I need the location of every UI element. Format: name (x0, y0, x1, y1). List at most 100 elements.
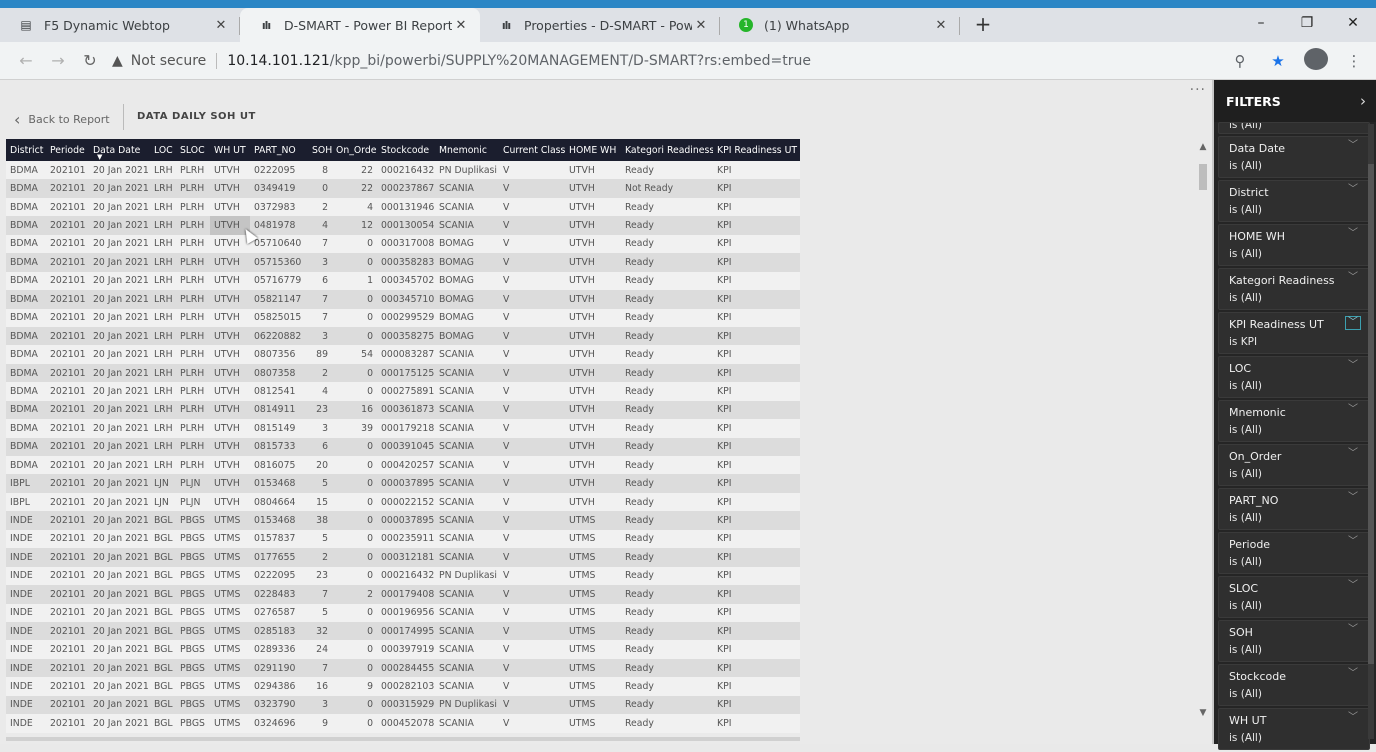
cell-sloc[interactable]: PBGS (176, 622, 210, 640)
cell-data-date[interactable]: 20 Jan 2021 (89, 327, 150, 345)
cell-mnemonic[interactable]: SCANIA (435, 585, 499, 603)
cell-wh-ut[interactable]: UTMS (210, 511, 250, 529)
table-row[interactable]: INDE 202101 20 Jan 2021 BGL PBGS UTMS 0289336 2… (6, 640, 800, 659)
cell-soh[interactable]: 16 (308, 677, 332, 695)
filter-card-district[interactable]: District is (All) ﹀ (1218, 180, 1370, 222)
cell-district[interactable]: BDMA (6, 272, 46, 290)
cell-home-wh[interactable]: UTMS (565, 567, 621, 585)
cell-mnemonic[interactable]: SCANIA (435, 640, 499, 658)
cell-mnemonic[interactable]: BOMAG (435, 235, 499, 253)
cell-part-no[interactable]: 05715360 (250, 253, 308, 271)
cell-home-wh[interactable]: UTMS (565, 659, 621, 677)
table-row[interactable]: BDMA 202101 20 Jan 2021 LRH PLRH UTVH 0372983 2… (6, 197, 800, 217)
cell-part-no[interactable]: 0153468 (250, 474, 308, 492)
cell-data-date[interactable]: 20 Jan 2021 (89, 659, 150, 677)
cell-kategori-readiness[interactable]: Ready (621, 548, 713, 566)
cell-current-class[interactable]: V (499, 438, 565, 456)
cell-soh[interactable]: 7 (308, 309, 332, 327)
table-row[interactable]: INDE 202101 20 Jan 2021 BGL PBGS UTMS 0276587 5… (6, 603, 800, 622)
cell-wh-ut[interactable]: UTMS (210, 696, 250, 714)
cell-kategori-readiness[interactable]: Ready (621, 309, 713, 327)
cell-wh-ut[interactable]: UTVH (210, 253, 250, 271)
cell-part-no[interactable]: 0177655 (250, 548, 308, 566)
cell-stockcode[interactable]: 000391045 (377, 438, 435, 456)
cell-on-order[interactable]: 0 (332, 474, 377, 492)
cell-sloc[interactable]: PLJN (176, 493, 210, 511)
cell-part-no[interactable]: 05821147 (250, 290, 308, 308)
cell-kategori-readiness[interactable]: Ready (621, 696, 713, 714)
cell-mnemonic[interactable]: SCANIA (435, 198, 499, 216)
cell-soh[interactable]: 2 (308, 198, 332, 216)
cell-loc[interactable]: BGL (150, 622, 176, 640)
column-header-periode[interactable]: Periode (46, 139, 89, 161)
cell-district[interactable]: INDE (6, 714, 46, 732)
cell-periode[interactable]: 202101 (46, 511, 89, 529)
cell-loc[interactable]: BGL (150, 714, 176, 732)
cell-current-class[interactable]: V (499, 640, 565, 658)
cell-on-order[interactable]: 0 (332, 235, 377, 253)
cell-mnemonic[interactable]: SCANIA (435, 604, 499, 622)
cell-data-date[interactable]: 20 Jan 2021 (89, 364, 150, 382)
cell-district[interactable]: INDE (6, 604, 46, 622)
cell-current-class[interactable]: V (499, 272, 565, 290)
cell-stockcode[interactable]: 000315929 (377, 696, 435, 714)
cell-sloc[interactable]: PLRH (176, 401, 210, 419)
column-header-kpi-readiness-ut[interactable]: KPI Readiness UT (713, 139, 800, 161)
cell-district[interactable]: INDE (6, 640, 46, 658)
cell-on-order[interactable]: 0 (332, 493, 377, 511)
table-row[interactable]: BDMA 202101 20 Jan 2021 LRH PLRH UTVH 0222095 8… (6, 161, 800, 180)
cell-mnemonic[interactable]: SCANIA (435, 622, 499, 640)
cell-mnemonic[interactable]: PN Duplikasi (435, 161, 499, 179)
back-arrow-icon[interactable]: ← (10, 51, 42, 70)
cell-on-order[interactable]: 54 (332, 345, 377, 363)
cell-kategori-readiness[interactable]: Ready (621, 235, 713, 253)
scroll-thumb[interactable] (1199, 164, 1207, 190)
table-row[interactable]: INDE 202101 20 Jan 2021 BGL PBGS UTMS 0291190 7… (6, 658, 800, 678)
cell-kpi-readiness-ut[interactable]: KPI (713, 419, 800, 437)
cell-kategori-readiness[interactable]: Ready (621, 198, 713, 216)
column-header-district[interactable]: District (6, 139, 46, 161)
cell-on-order[interactable]: 0 (332, 714, 377, 732)
cell-part-no[interactable]: 0814911 (250, 401, 308, 419)
cell-part-no[interactable]: 0323790 (250, 696, 308, 714)
cell-home-wh[interactable]: UTVH (565, 272, 621, 290)
cell-kategori-readiness[interactable]: Ready (621, 290, 713, 308)
cell-stockcode[interactable]: 000282103 (377, 677, 435, 695)
table-row[interactable]: BDMA 202101 20 Jan 2021 LRH PLRH UTVH 0812541 4… (6, 382, 800, 401)
table-row[interactable]: INDE 202101 20 Jan 2021 BGL PBGS UTMS 0228483 7… (6, 585, 800, 604)
column-header-wh-ut[interactable]: WH UT (210, 139, 250, 161)
cell-current-class[interactable]: V (499, 364, 565, 382)
cell-periode[interactable]: 202101 (46, 456, 89, 474)
cell-data-date[interactable]: 20 Jan 2021 (89, 401, 150, 419)
cell-part-no[interactable]: 05825015 (250, 309, 308, 327)
cell-loc[interactable]: LRH (150, 419, 176, 437)
cell-current-class[interactable]: V (499, 419, 565, 437)
cell-on-order[interactable]: 4 (332, 198, 377, 216)
cell-soh[interactable]: 4 (308, 216, 332, 234)
column-header-data-date[interactable]: Data Date ▼ (89, 139, 150, 162)
cell-stockcode[interactable]: 000420257 (377, 456, 435, 474)
cell-part-no[interactable]: 0228483 (250, 585, 308, 603)
cell-stockcode[interactable]: 000275891 (377, 382, 435, 400)
cell-wh-ut[interactable]: UTMS (210, 604, 250, 622)
cell-district[interactable]: IBPL (6, 474, 46, 492)
cell-loc[interactable]: BGL (150, 696, 176, 714)
cell-kpi-readiness-ut[interactable]: KPI (713, 198, 800, 216)
cell-kategori-readiness[interactable]: Ready (621, 401, 713, 419)
cell-kpi-readiness-ut[interactable]: KPI (713, 382, 800, 400)
cell-soh[interactable]: 24 (308, 640, 332, 658)
cell-sloc[interactable]: PBGS (176, 714, 210, 732)
cell-data-date[interactable]: 20 Jan 2021 (89, 198, 150, 216)
cell-data-date[interactable]: 20 Jan 2021 (89, 511, 150, 529)
table-row[interactable]: INDE 202101 20 Jan 2021 BGL PBGS UTMS 0324696 9… (6, 714, 800, 733)
cell-wh-ut[interactable]: UTVH (210, 401, 250, 419)
cell-mnemonic[interactable]: SCANIA (435, 493, 499, 511)
cell-district[interactable]: BDMA (6, 179, 46, 197)
cell-soh[interactable]: 3 (308, 696, 332, 714)
cell-periode[interactable]: 202101 (46, 327, 89, 345)
filter-card-loc[interactable]: LOC is (All) ﹀ (1218, 356, 1370, 398)
filter-card-kpi-readiness-ut[interactable]: KPI Readiness UT is KPI ﹀ (1218, 312, 1370, 354)
column-header-current-class[interactable]: Current Class (499, 139, 565, 161)
cell-sloc[interactable]: PBGS (176, 604, 210, 622)
cell-data-date[interactable]: 20 Jan 2021 (89, 548, 150, 566)
